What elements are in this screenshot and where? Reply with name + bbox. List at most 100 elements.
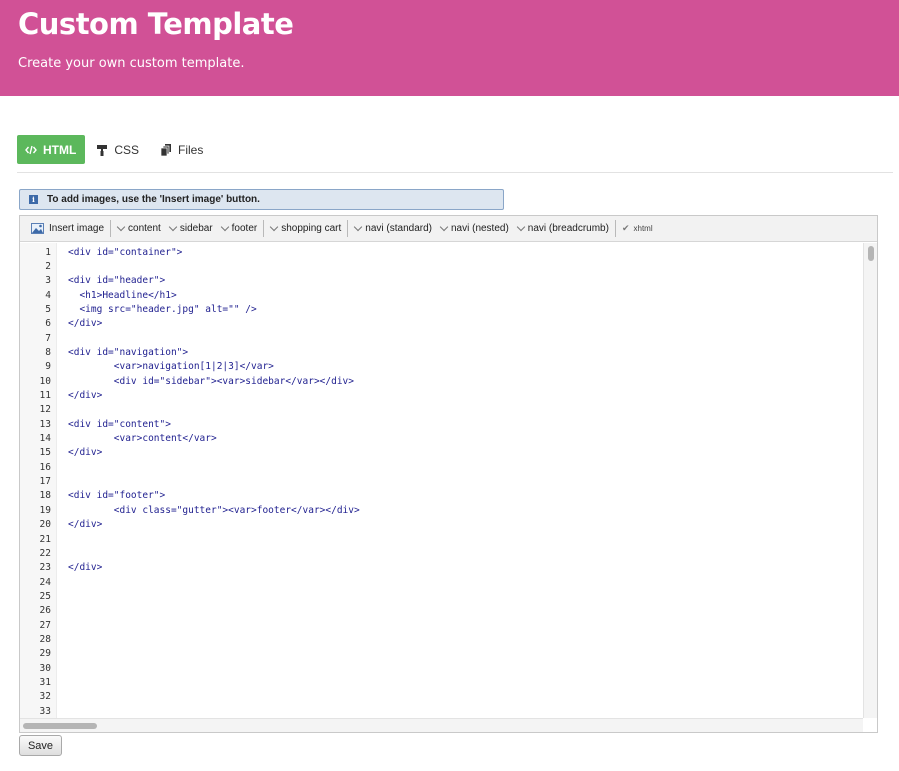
line-number: 15	[39, 447, 51, 459]
horizontal-scrollbar-thumb[interactable]	[23, 723, 97, 729]
line-number-gutter: 1 2 3 4 5 6 7 8 9 10 11 12 13 14 15 16 17 18 19 20 21 22 23 24 2…	[20, 243, 57, 718]
shopping-cart-dropdown[interactable]: shopping cart	[266, 219, 345, 239]
code-line[interactable]: <var>navigation[1|2|3]</var>	[68, 361, 274, 372]
line-number: 12	[39, 404, 51, 416]
chevron-down-icon	[220, 222, 229, 232]
line-number: 20	[39, 519, 51, 531]
sidebar-dropdown-label: sidebar	[179, 223, 213, 234]
line-number: 9	[45, 361, 51, 373]
code-line[interactable]: </div>	[68, 447, 102, 458]
code-line[interactable]: </div>	[68, 318, 102, 329]
navi-nested-dropdown[interactable]: navi (nested)	[436, 219, 513, 239]
line-number: 30	[39, 662, 51, 674]
xhtml-label: xhtml	[633, 224, 653, 233]
toolbar-separator	[614, 220, 616, 237]
files-icon	[160, 143, 172, 156]
chevron-down-icon	[168, 222, 178, 232]
line-number: 18	[39, 490, 51, 502]
line-number: 7	[45, 332, 51, 344]
code-line[interactable]: <div id="container">	[68, 247, 182, 258]
insert-image-button[interactable]: Insert image	[27, 219, 108, 239]
line-number: 4	[45, 289, 51, 301]
chevron-down-icon	[516, 222, 526, 232]
line-number: 24	[39, 576, 51, 588]
xhtml-validate-button[interactable]: ✔ xhtml	[618, 219, 657, 239]
line-number: 25	[39, 590, 51, 602]
chevron-down-icon	[354, 222, 363, 232]
line-number: 28	[39, 633, 51, 645]
info-icon: i	[29, 195, 38, 204]
tab-files[interactable]: Files	[152, 135, 212, 164]
line-number: 27	[39, 619, 51, 631]
tab-css[interactable]: CSS	[89, 135, 148, 164]
line-number: 17	[39, 476, 51, 488]
line-number: 6	[45, 318, 51, 330]
vertical-scrollbar[interactable]	[863, 243, 877, 718]
code-line[interactable]: <div id="navigation">	[68, 347, 188, 358]
line-number: 26	[39, 605, 51, 617]
vertical-scrollbar-thumb[interactable]	[868, 246, 874, 261]
sidebar-dropdown[interactable]: sidebar	[165, 219, 217, 239]
chevron-down-icon	[269, 222, 279, 232]
code-line[interactable]: <img src="header.jpg" alt="" />	[68, 304, 256, 315]
line-number: 29	[39, 648, 51, 660]
toolbar-separator	[110, 220, 112, 237]
page-title: Custom Template	[18, 7, 294, 41]
footer-dropdown[interactable]: footer	[217, 219, 262, 239]
navi-breadcrumb-dropdown-label: navi (breadcrumb)	[527, 223, 609, 234]
content-dropdown[interactable]: content	[113, 219, 165, 239]
save-button[interactable]: Save	[19, 735, 62, 756]
code-line[interactable]: </div>	[68, 562, 102, 573]
check-icon: ✔	[621, 223, 630, 233]
navi-nested-dropdown-label: navi (nested)	[450, 223, 509, 234]
code-line[interactable]: <div id="content">	[68, 419, 171, 430]
image-icon	[31, 223, 44, 234]
line-number: 19	[39, 504, 51, 516]
editor-toolbar: Insert image content sidebar footer shop…	[20, 216, 877, 242]
content-dropdown-label: content	[128, 223, 161, 234]
navi-breadcrumb-dropdown[interactable]: navi (breadcrumb)	[513, 219, 613, 239]
line-number: 8	[45, 346, 51, 358]
line-number: 32	[39, 691, 51, 703]
horizontal-scrollbar[interactable]	[20, 718, 863, 732]
line-number: 14	[39, 433, 51, 445]
line-number: 23	[39, 562, 51, 574]
tab-html[interactable]: HTML	[17, 135, 86, 164]
line-number: 3	[45, 275, 51, 287]
code-icon	[25, 145, 37, 155]
line-number: 10	[39, 375, 51, 387]
page-subtitle: Create your own custom template.	[18, 56, 245, 71]
footer-dropdown-label: footer	[231, 223, 258, 234]
insert-image-label: Insert image	[49, 223, 105, 234]
tab-files-label: Files	[178, 142, 204, 157]
page-header: Custom Template Create your own custom t…	[0, 0, 899, 96]
line-number: 2	[45, 260, 51, 272]
tabs-divider	[17, 172, 893, 173]
code-line[interactable]: <var>content</var>	[68, 433, 217, 444]
code-area[interactable]: 1 2 3 4 5 6 7 8 9 10 11 12 13 14 15 16 17 18 19 20 21 22 23 24 2…	[20, 243, 877, 732]
info-notice-text: To add images, use the 'Insert image' bu…	[47, 194, 260, 205]
line-number: 33	[39, 705, 51, 717]
tab-html-label: HTML	[43, 142, 77, 157]
navi-standard-dropdown[interactable]: navi (standard)	[350, 219, 436, 239]
code-line[interactable]: <div class="gutter"><var>footer</var></d…	[68, 505, 360, 516]
chevron-down-icon	[116, 222, 126, 232]
chevron-down-icon	[439, 222, 449, 232]
code-line[interactable]: <div id="footer">	[68, 490, 165, 501]
line-number: 31	[39, 677, 51, 688]
code-line[interactable]: <div id="header">	[68, 275, 165, 286]
code-line[interactable]: </div>	[68, 519, 102, 530]
code-editor: Insert image content sidebar footer shop…	[19, 215, 878, 733]
code-line[interactable]: <div id="sidebar"><var>sidebar</var></di…	[68, 376, 354, 387]
toolbar-separator	[263, 220, 265, 237]
line-number: 22	[39, 547, 51, 559]
code-line[interactable]: <h1>Headline</h1>	[68, 290, 176, 301]
line-number: 5	[45, 303, 51, 315]
line-number: 16	[39, 461, 51, 473]
paint-roller-icon	[97, 144, 108, 156]
line-number: 21	[39, 533, 51, 545]
shopping-cart-dropdown-label: shopping cart	[281, 223, 342, 234]
tab-css-label: CSS	[114, 142, 140, 157]
navi-standard-dropdown-label: navi (standard)	[365, 223, 432, 234]
code-line[interactable]: </div>	[68, 390, 102, 401]
